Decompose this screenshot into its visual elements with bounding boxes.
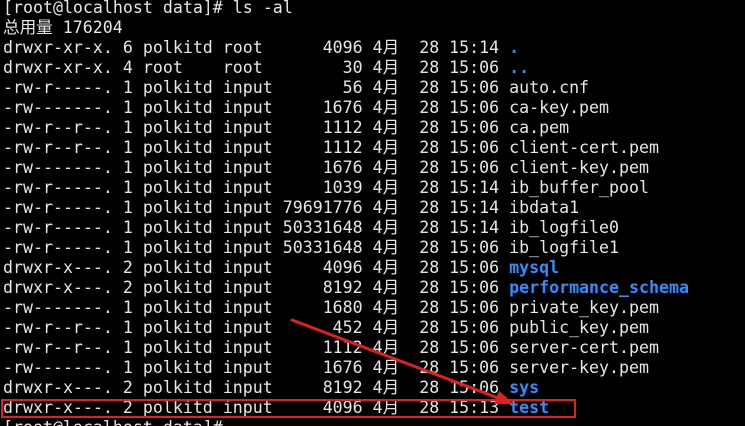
listing-filename: auto.cnf	[509, 78, 590, 97]
listing-dirname: ..	[509, 58, 530, 77]
listing-row: drwxr-xr-x. 6 polkitd root 4096 4月 28 15…	[3, 38, 519, 58]
listing-filename: ibdata1	[509, 198, 580, 217]
listing-row-meta: drwxr-x---. 2 polkitd input 8192 4月 28 1…	[3, 378, 510, 397]
listing-filename: client-cert.pem	[509, 138, 659, 157]
listing-row-meta: -rw-r--r--. 1 polkitd input 1112 4月 28 1…	[3, 338, 510, 357]
listing-filename: ca.pem	[509, 118, 570, 137]
listing-row-meta: -rw-r--r--. 1 polkitd input 1112 4月 28 1…	[3, 118, 510, 137]
listing-row: drwxr-x---. 2 polkitd input 8192 4月 28 1…	[3, 378, 539, 398]
listing-row: drwxr-x---. 2 polkitd input 4096 4月 28 1…	[3, 258, 559, 278]
listing-row: -rw-r-----. 1 polkitd input 56 4月 28 15:…	[3, 78, 589, 98]
listing-dirname: sys	[509, 378, 540, 397]
listing-row: -rw-r--r--. 1 polkitd input 1112 4月 28 1…	[3, 138, 659, 158]
listing-row-meta: -rw-------. 1 polkitd input 1676 4月 28 1…	[3, 98, 510, 117]
listing-row-meta: -rw-------. 1 polkitd input 1676 4月 28 1…	[3, 158, 510, 177]
listing-filename: ib_buffer_pool	[509, 178, 649, 197]
listing-row: drwxr-x---. 2 polkitd input 8192 4月 28 1…	[3, 278, 689, 298]
listing-row: -rw-------. 1 polkitd input 1676 4月 28 1…	[3, 158, 649, 178]
listing-row-meta: drwxr-xr-x. 4 root root 30 4月 28 15:06	[3, 58, 510, 77]
listing-row-meta: -rw-r--r--. 1 polkitd input 1112 4月 28 1…	[3, 138, 510, 157]
listing-row-meta: -rw-r--r--. 1 polkitd input 452 4月 28 15…	[3, 318, 510, 337]
listing-row-meta: -rw-r-----. 1 polkitd input 1039 4月 28 1…	[3, 178, 510, 197]
listing-dirname: mysql	[509, 258, 560, 277]
listing-row-meta: -rw-r-----. 1 polkitd input 50331648 4月 …	[3, 218, 510, 237]
command-prompt-line: [root@localhost data]# ls -al	[3, 0, 293, 17]
annotation-highlight-box	[1, 399, 576, 418]
listing-row-meta: -rw-------. 1 polkitd input 1676 4月 28 1…	[3, 358, 510, 377]
listing-row: -rw-r--r--. 1 polkitd input 1112 4月 28 1…	[3, 118, 569, 138]
listing-row: -rw-r-----. 1 polkitd input 1039 4月 28 1…	[3, 178, 649, 198]
trailing-prompt-line: [root@localhost data]#	[3, 418, 223, 426]
listing-row: -rw-------. 1 polkitd input 1676 4月 28 1…	[3, 358, 649, 378]
listing-row: -rw-r--r--. 1 polkitd input 452 4月 28 15…	[3, 318, 649, 338]
total-usage-line: 总用量 176204	[3, 18, 123, 37]
listing-row-meta: drwxr-x---. 2 polkitd input 4096 4月 28 1…	[3, 258, 510, 277]
listing-dirname: performance_schema	[509, 278, 689, 297]
listing-row: -rw-------. 1 polkitd input 1676 4月 28 1…	[3, 98, 609, 118]
listing-row: -rw-------. 1 polkitd input 1680 4月 28 1…	[3, 298, 659, 318]
listing-filename: public_key.pem	[509, 318, 649, 337]
listing-row-meta: -rw-r-----. 1 polkitd input 56 4月 28 15:…	[3, 78, 510, 97]
listing-dirname: .	[509, 38, 520, 57]
terminal-window[interactable]: [root@localhost data]# ls -al 总用量 176204…	[0, 0, 745, 426]
listing-row: -rw-r-----. 1 polkitd input 50331648 4月 …	[3, 218, 619, 238]
listing-row-meta: -rw-r-----. 1 polkitd input 50331648 4月 …	[3, 238, 510, 257]
listing-filename: client-key.pem	[509, 158, 649, 177]
listing-row-meta: -rw-r-----. 1 polkitd input 79691776 4月 …	[3, 198, 510, 217]
listing-filename: server-key.pem	[509, 358, 649, 377]
listing-filename: ib_logfile0	[509, 218, 620, 237]
listing-row: drwxr-xr-x. 4 root root 30 4月 28 15:06 .…	[3, 58, 529, 78]
listing-row-meta: drwxr-x---. 2 polkitd input 8192 4月 28 1…	[3, 278, 510, 297]
listing-filename: ib_logfile1	[509, 238, 620, 257]
listing-row-meta: -rw-------. 1 polkitd input 1680 4月 28 1…	[3, 298, 510, 317]
listing-filename: ca-key.pem	[509, 98, 610, 117]
listing-row: -rw-r--r--. 1 polkitd input 1112 4月 28 1…	[3, 338, 659, 358]
listing-filename: server-cert.pem	[509, 338, 659, 357]
listing-row: -rw-r-----. 1 polkitd input 79691776 4月 …	[3, 198, 579, 218]
listing-row-meta: drwxr-xr-x. 6 polkitd root 4096 4月 28 15…	[3, 38, 510, 57]
listing-row: -rw-r-----. 1 polkitd input 50331648 4月 …	[3, 238, 619, 258]
listing-filename: private_key.pem	[509, 298, 659, 317]
